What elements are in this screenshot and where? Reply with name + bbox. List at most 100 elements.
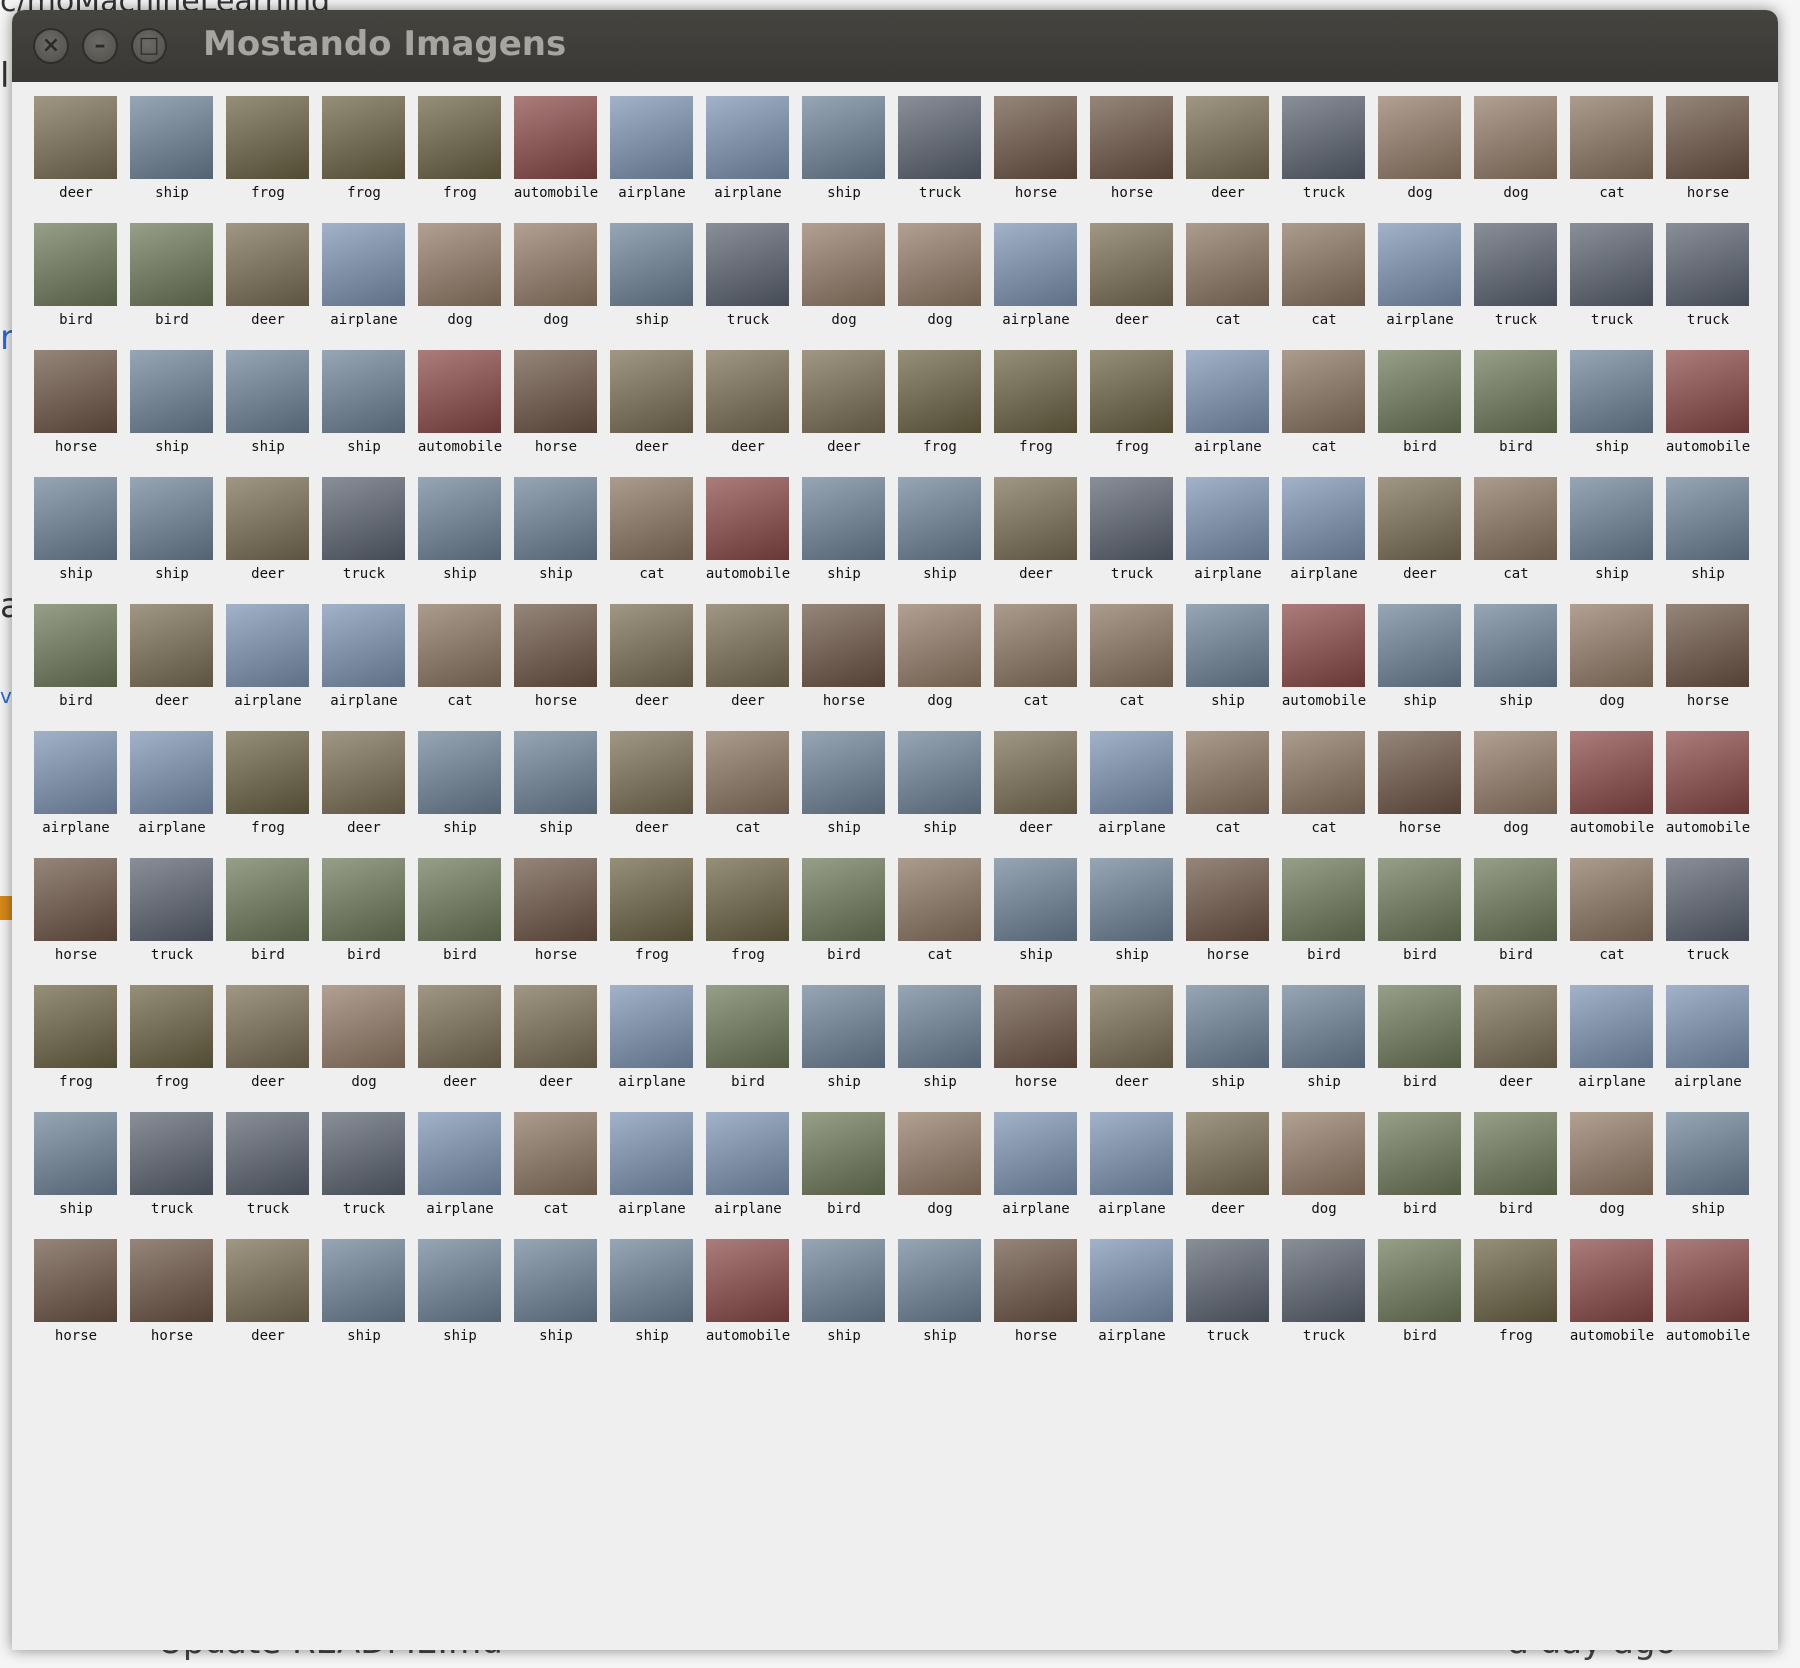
image-thumbnail	[1378, 1112, 1461, 1195]
image-cell: bird	[220, 846, 316, 973]
image-cell: truck	[1564, 211, 1660, 338]
image-cell: deer	[1084, 211, 1180, 338]
image-cell: deer	[604, 338, 700, 465]
image-grid-canvas: deer ship frog frog frog automobile airplane ai…	[12, 82, 1778, 1650]
image-thumbnail	[1090, 731, 1173, 814]
image-cell: bird	[1372, 846, 1468, 973]
image-cell: frog	[412, 84, 508, 211]
image-cell: ship	[508, 1227, 604, 1354]
image-cell: bird	[1372, 1227, 1468, 1354]
image-cell: automobile	[508, 84, 604, 211]
image-thumbnail	[1666, 350, 1749, 433]
image-cell: airplane	[700, 1100, 796, 1227]
image-thumbnail	[1186, 858, 1269, 941]
image-thumbnail	[706, 985, 789, 1068]
image-thumbnail	[1666, 223, 1749, 306]
image-thumbnail	[34, 985, 117, 1068]
image-cell: dog	[316, 973, 412, 1100]
image-cell: ship	[1372, 592, 1468, 719]
image-thumbnail	[418, 731, 501, 814]
image-cell: truck	[1468, 211, 1564, 338]
image-cell: deer	[508, 973, 604, 1100]
image-thumbnail	[898, 858, 981, 941]
image-cell: airplane	[1084, 719, 1180, 846]
image-thumbnail	[226, 604, 309, 687]
image-cell: deer	[988, 465, 1084, 592]
image-thumbnail	[802, 604, 885, 687]
image-cell: deer	[988, 719, 1084, 846]
image-thumbnail	[706, 1112, 789, 1195]
image-thumbnail	[514, 604, 597, 687]
image-thumbnail	[1570, 1239, 1653, 1322]
image-label: horse	[1686, 693, 1730, 709]
maximize-button[interactable]: □	[131, 28, 167, 64]
image-cell: truck	[1660, 211, 1756, 338]
image-cell: automobile	[700, 1227, 796, 1354]
image-label: horse	[1686, 185, 1730, 201]
image-thumbnail	[34, 96, 117, 179]
image-thumbnail	[322, 731, 405, 814]
image-cell: horse	[1084, 84, 1180, 211]
image-thumbnail	[1474, 985, 1557, 1068]
image-cell: horse	[508, 338, 604, 465]
image-thumbnail	[706, 1239, 789, 1322]
image-cell: ship	[892, 719, 988, 846]
image-cell: ship	[28, 1100, 124, 1227]
image-thumbnail	[1186, 350, 1269, 433]
image-thumbnail	[706, 223, 789, 306]
image-cell: frog	[604, 846, 700, 973]
image-thumbnail	[898, 985, 981, 1068]
image-cell: horse	[988, 973, 1084, 1100]
image-cell: truck	[220, 1100, 316, 1227]
image-thumbnail	[34, 1112, 117, 1195]
image-thumbnail	[1666, 96, 1749, 179]
image-cell: bird	[28, 592, 124, 719]
image-cell: dog	[892, 1100, 988, 1227]
image-cell: horse	[1660, 84, 1756, 211]
image-cell: cat	[1180, 719, 1276, 846]
background-edge-glyph: v	[0, 684, 12, 708]
minimize-button[interactable]: –	[82, 28, 118, 64]
image-thumbnail	[322, 477, 405, 560]
image-thumbnail	[994, 223, 1077, 306]
image-thumbnail	[994, 96, 1077, 179]
window-titlebar[interactable]: × – □ Mostando Imagens	[12, 10, 1778, 82]
image-cell: deer	[700, 338, 796, 465]
image-thumbnail	[802, 350, 885, 433]
image-cell: truck	[316, 465, 412, 592]
image-cell: dog	[1372, 84, 1468, 211]
image-thumbnail	[1570, 96, 1653, 179]
image-thumbnail	[706, 858, 789, 941]
image-cell: ship	[1276, 973, 1372, 1100]
image-cell: dog	[892, 592, 988, 719]
image-thumbnail	[802, 1239, 885, 1322]
image-cell: truck	[124, 1100, 220, 1227]
image-cell: airplane	[316, 592, 412, 719]
image-thumbnail	[1186, 223, 1269, 306]
image-thumbnail	[514, 1239, 597, 1322]
image-thumbnail	[130, 1112, 213, 1195]
image-cell: frog	[316, 84, 412, 211]
image-thumbnail	[1474, 96, 1557, 179]
close-button[interactable]: ×	[33, 28, 69, 64]
image-thumbnail	[322, 985, 405, 1068]
image-cell: airplane	[124, 719, 220, 846]
image-cell: ship	[796, 465, 892, 592]
image-cell: ship	[1564, 465, 1660, 592]
image-thumbnail	[1282, 731, 1365, 814]
image-cell: airplane	[988, 211, 1084, 338]
image-cell: ship	[412, 465, 508, 592]
image-thumbnail	[514, 350, 597, 433]
image-cell: ship	[604, 211, 700, 338]
image-cell: ship	[796, 973, 892, 1100]
image-cell: horse	[28, 338, 124, 465]
image-thumbnail	[130, 604, 213, 687]
image-thumbnail	[34, 1239, 117, 1322]
image-cell: bird	[1276, 846, 1372, 973]
image-thumbnail	[1186, 477, 1269, 560]
image-thumbnail	[898, 96, 981, 179]
image-cell: dog	[508, 211, 604, 338]
image-cell: cat	[1276, 719, 1372, 846]
image-viewer-window: × – □ Mostando Imagens deer ship frog frog f…	[12, 10, 1778, 1650]
window-title: Mostando Imagens	[203, 24, 567, 64]
